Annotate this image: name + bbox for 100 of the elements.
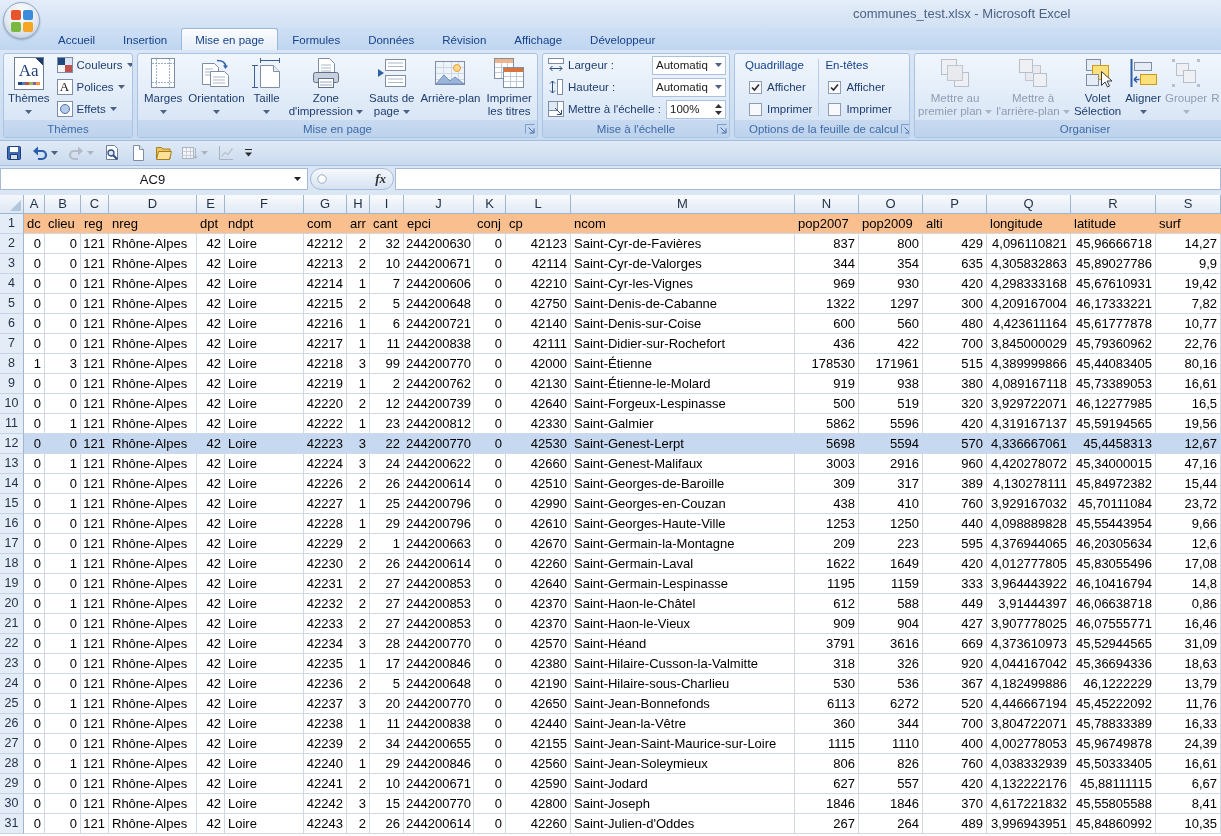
row-header[interactable]: 31 [0, 814, 24, 834]
row-header[interactable]: 18 [0, 554, 24, 574]
row-header[interactable]: 14 [0, 474, 24, 494]
row-header[interactable]: 24 [0, 674, 24, 694]
ribbon-tab[interactable]: Formules [278, 28, 355, 50]
row-header[interactable]: 19 [0, 574, 24, 594]
corner-triangle-icon [10, 200, 21, 211]
print-area-button[interactable]: Zone d'impression [285, 54, 367, 120]
row-header[interactable]: 17 [0, 534, 24, 554]
column-header[interactable]: R [1071, 195, 1156, 214]
row-header[interactable]: 11 [0, 414, 24, 434]
dialog-launcher-icon[interactable] [717, 123, 727, 134]
colors-button[interactable]: Couleurs [53, 54, 132, 76]
name-box[interactable]: AC9 [0, 168, 308, 190]
redo-arrow-icon [68, 145, 84, 161]
row-header[interactable]: 23 [0, 654, 24, 674]
row-header[interactable]: 1 [0, 214, 24, 234]
ribbon-tab[interactable]: Révision [428, 28, 501, 50]
row-header[interactable]: 21 [0, 614, 24, 634]
row-header[interactable]: 10 [0, 394, 24, 414]
themes-button[interactable]: Aa Thèmes [5, 54, 53, 120]
caret-icon[interactable] [294, 177, 301, 181]
height-dropdown[interactable]: Automatiq [652, 77, 726, 97]
dialog-launcher-icon[interactable] [525, 123, 535, 134]
selection-pane-button[interactable]: Volet Sélection [1072, 54, 1123, 120]
column-header[interactable]: E [197, 195, 225, 214]
align-button[interactable]: Aligner [1124, 54, 1162, 120]
checkbox[interactable] [828, 80, 842, 94]
row-header[interactable]: 6 [0, 314, 24, 334]
row-header[interactable]: 5 [0, 294, 24, 314]
column-header[interactable]: M [571, 195, 795, 214]
row-header[interactable]: 4 [0, 274, 24, 294]
row-header[interactable]: 25 [0, 694, 24, 714]
column-header[interactable]: L [506, 195, 571, 214]
column-header[interactable]: Q [987, 195, 1071, 214]
row-header[interactable]: 8 [0, 354, 24, 374]
column-header[interactable]: G [304, 195, 347, 214]
table-cell: Saint-Julien-d'Oddes [571, 814, 795, 834]
column-header[interactable]: O [859, 195, 923, 214]
print-titles-button[interactable]: Imprimer les titres [483, 54, 535, 120]
ribbon-tab[interactable]: Insertion [109, 28, 182, 50]
effects-button[interactable]: Effets [53, 98, 132, 120]
ribbon-tab[interactable]: Affichage [500, 28, 577, 50]
insert-function-button[interactable]: fx [375, 171, 386, 187]
spinner-arrows-icon[interactable] [715, 102, 722, 116]
group-label: Options de la feuille de calcul [749, 122, 899, 135]
checkbox-label[interactable]: Afficher [846, 81, 886, 93]
row-header[interactable]: 30 [0, 794, 24, 814]
row-header[interactable]: 13 [0, 454, 24, 474]
column-header[interactable]: C [81, 195, 109, 214]
fonts-button[interactable]: A Polices [53, 76, 132, 98]
circle-handle-icon[interactable] [317, 174, 327, 184]
row-header[interactable]: 12 [0, 434, 24, 454]
row-header[interactable]: 7 [0, 334, 24, 354]
column-header[interactable]: N [795, 195, 859, 214]
column-header[interactable]: B [45, 195, 81, 214]
row-header[interactable]: 26 [0, 714, 24, 734]
table-cell: 0 [474, 814, 506, 834]
row-header[interactable]: 28 [0, 754, 24, 774]
row-header[interactable]: 2 [0, 234, 24, 254]
checkbox-label[interactable]: Imprimer [767, 103, 813, 115]
row-header[interactable]: 27 [0, 734, 24, 754]
row-header[interactable]: 29 [0, 774, 24, 794]
background-button[interactable]: Arrière-plan [417, 54, 484, 120]
dialog-launcher-icon[interactable] [900, 123, 909, 134]
ribbon-tab[interactable]: Mise en page [181, 28, 279, 50]
checkbox[interactable] [749, 80, 762, 94]
checkbox[interactable] [828, 102, 842, 116]
size-button[interactable]: Taille [247, 54, 286, 120]
table-cell: 489 [923, 814, 987, 834]
section-heading: En-têtes [825, 58, 870, 73]
row-header[interactable]: 9 [0, 374, 24, 394]
formula-field[interactable] [395, 168, 1221, 190]
width-dropdown[interactable]: Automatiq [652, 55, 726, 75]
ribbon-tab[interactable]: Accueil [44, 28, 110, 50]
select-all-button[interactable] [0, 195, 24, 214]
row-header[interactable]: 16 [0, 514, 24, 534]
row-header[interactable]: 3 [0, 254, 24, 274]
orientation-button[interactable]: Orientation [185, 54, 248, 120]
column-header[interactable]: A [24, 195, 45, 214]
margins-button[interactable]: Marges [141, 54, 186, 120]
row-header[interactable]: 22 [0, 634, 24, 654]
checkbox[interactable] [749, 102, 762, 116]
column-header[interactable]: I [370, 195, 404, 214]
column-header[interactable]: H [347, 195, 370, 214]
row-header[interactable]: 20 [0, 594, 24, 614]
checkbox-label[interactable]: Afficher [767, 81, 806, 93]
row-header[interactable]: 15 [0, 494, 24, 514]
ribbon-tab[interactable]: Développeur [576, 28, 670, 50]
column-header[interactable]: D [109, 195, 197, 214]
scale-spinbox[interactable]: 100% [666, 99, 726, 119]
column-header[interactable]: K [474, 195, 506, 214]
column-header[interactable]: S [1156, 195, 1221, 214]
column-header[interactable]: J [404, 195, 474, 214]
breaks-button[interactable]: Sauts de page [366, 54, 418, 120]
column-header[interactable]: F [225, 195, 304, 214]
ribbon-tab[interactable]: Données [354, 28, 429, 50]
section-heading: Quadrillage [745, 58, 805, 73]
column-header[interactable]: P [923, 195, 987, 214]
checkbox-label[interactable]: Imprimer [846, 103, 892, 115]
